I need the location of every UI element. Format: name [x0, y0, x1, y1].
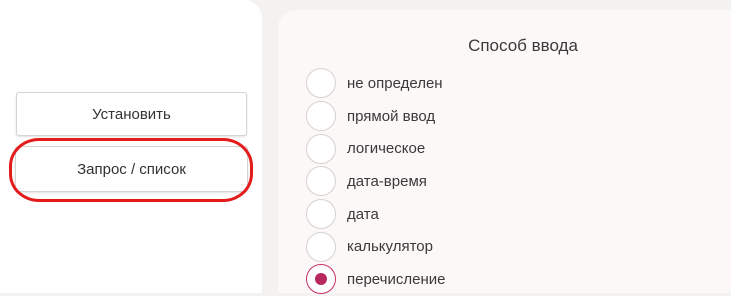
radio-option[interactable]: не определен	[306, 67, 445, 100]
left-pane: Установить Запрос / список	[0, 0, 262, 293]
option-label: не определен	[347, 74, 443, 92]
radio-button[interactable]	[306, 199, 336, 230]
radio-button[interactable]	[306, 231, 336, 262]
input-method-options: не определен прямой ввод логическое дата…	[306, 67, 445, 296]
option-label: дата	[347, 205, 379, 223]
option-label: логическое	[347, 140, 426, 158]
radio-button[interactable]	[306, 166, 336, 197]
option-label: перечисление	[347, 270, 446, 288]
radio-option[interactable]: дата	[306, 198, 445, 231]
radio-option[interactable]: логическое	[306, 132, 445, 165]
input-method-panel: Способ ввода не определен прямой ввод ло…	[278, 10, 731, 296]
radio-button[interactable]	[306, 133, 336, 164]
radio-button-checked[interactable]	[306, 264, 336, 295]
option-label: дата-время	[347, 172, 427, 190]
query-list-button[interactable]: Запрос / список	[15, 146, 248, 192]
install-button[interactable]: Установить	[16, 92, 247, 136]
option-label: прямой ввод	[347, 107, 436, 125]
radio-option-selected[interactable]: перечисление	[306, 263, 445, 296]
radio-button[interactable]	[306, 68, 336, 99]
radio-option[interactable]: калькулятор	[306, 230, 445, 263]
radio-option[interactable]: дата-время	[306, 165, 445, 198]
radio-option[interactable]: прямой ввод	[306, 100, 445, 133]
input-method-title: Способ ввода	[468, 36, 578, 55]
radio-button[interactable]	[306, 101, 336, 132]
option-label: калькулятор	[347, 238, 433, 256]
